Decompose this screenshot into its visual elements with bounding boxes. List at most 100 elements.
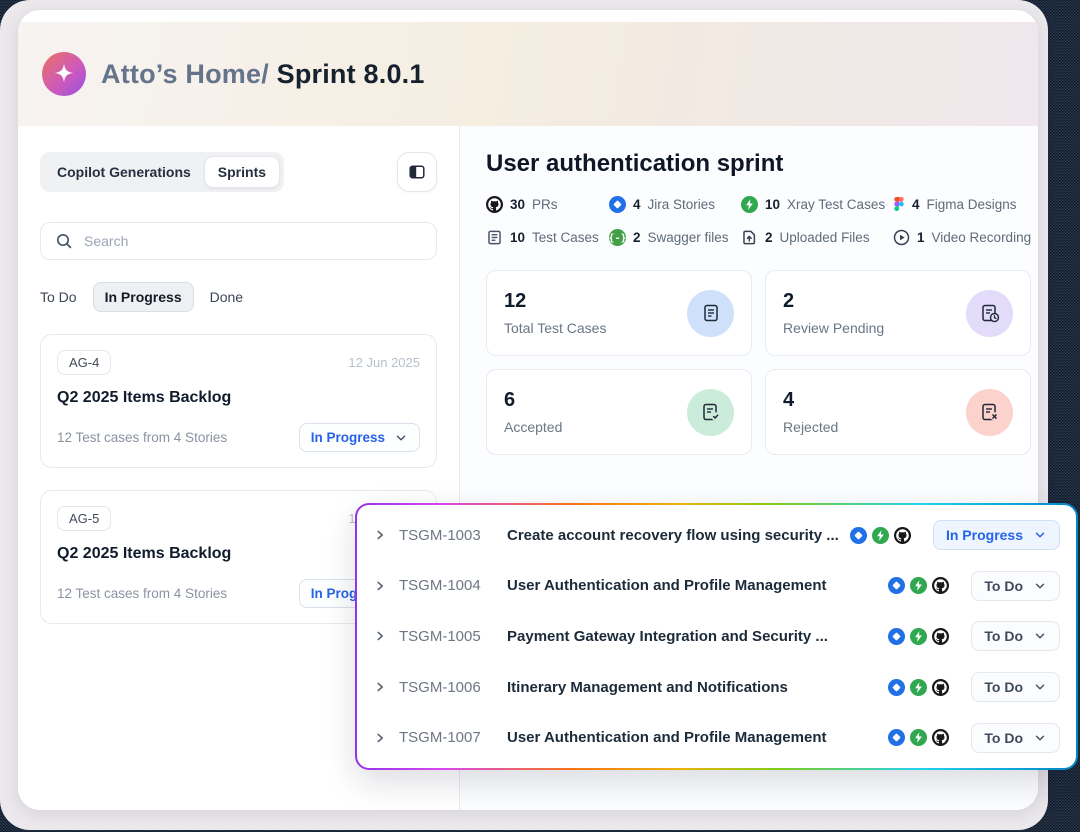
- test-case-row[interactable]: TSGM-1004 User Authentication and Profil…: [357, 561, 1076, 612]
- row-status-dropdown[interactable]: To Do: [971, 621, 1060, 651]
- search-bar[interactable]: [40, 222, 437, 260]
- source-icons: [888, 577, 949, 594]
- github-icon: [932, 577, 949, 594]
- stat-label: Uploaded Files: [780, 230, 870, 245]
- expand-chevron-icon[interactable]: [373, 579, 387, 593]
- app-header: Atto’s Home/ Sprint 8.0.1: [18, 22, 1038, 126]
- source-icons: [888, 628, 949, 645]
- stat-jira-stories: 4 Jira Stories: [609, 196, 741, 213]
- expand-chevron-icon[interactable]: [373, 680, 387, 694]
- summary-card-review-pending: 2 Review Pending: [765, 270, 1031, 356]
- document-icon: [687, 290, 734, 337]
- test-case-row[interactable]: TSGM-1005 Payment Gateway Integration an…: [357, 611, 1076, 662]
- stat-uploaded-files: 2 Uploaded Files: [741, 229, 893, 246]
- summary-label: Accepted: [504, 419, 562, 435]
- tab-copilot-generations[interactable]: Copilot Generations: [44, 157, 204, 187]
- stat-prs: 30 PRs: [486, 196, 609, 213]
- summary-value: 4: [783, 389, 838, 412]
- github-icon: [932, 679, 949, 696]
- stat-label: Video Recording: [932, 230, 1032, 245]
- stat-label: PRs: [532, 197, 558, 212]
- card-id-badge: AG-4: [57, 350, 111, 375]
- atto-logo: [42, 52, 86, 96]
- test-case-id: TSGM-1005: [399, 628, 495, 645]
- search-input[interactable]: [84, 233, 422, 249]
- source-icons: [888, 729, 949, 746]
- github-icon: [932, 628, 949, 645]
- stat-count: 30: [510, 197, 525, 212]
- card-status-dropdown[interactable]: In Progress: [299, 423, 420, 452]
- test-case-id: TSGM-1003: [399, 527, 495, 544]
- row-status-label: In Progress: [946, 527, 1023, 543]
- row-status-dropdown[interactable]: To Do: [971, 672, 1060, 702]
- row-status-dropdown[interactable]: To Do: [971, 571, 1060, 601]
- stat-test-cases: 10 Test Cases: [486, 229, 609, 246]
- expand-chevron-icon[interactable]: [373, 629, 387, 643]
- document-clock-icon: [966, 290, 1013, 337]
- figma-icon: [893, 196, 905, 213]
- xray-icon: [910, 729, 927, 746]
- row-status-dropdown[interactable]: In Progress: [933, 520, 1060, 550]
- summary-value: 6: [504, 389, 562, 412]
- jira-icon: [888, 628, 905, 645]
- search-icon: [55, 232, 73, 250]
- card-title: Q2 2025 Items Backlog: [57, 389, 420, 407]
- jira-icon: [888, 577, 905, 594]
- test-case-id: TSGM-1006: [399, 679, 495, 696]
- xray-icon: [910, 679, 927, 696]
- filter-done[interactable]: Done: [210, 289, 243, 305]
- stat-count: 4: [912, 197, 920, 212]
- row-status-dropdown[interactable]: To Do: [971, 723, 1060, 753]
- summary-card-accepted: 6 Accepted: [486, 369, 752, 455]
- filter-todo[interactable]: To Do: [40, 289, 77, 305]
- expand-chevron-icon[interactable]: [373, 731, 387, 745]
- test-case-row[interactable]: TSGM-1007 User Authentication and Profil…: [357, 712, 1076, 763]
- sprint-card-ag4[interactable]: AG-4 12 Jun 2025 Q2 2025 Items Backlog 1…: [40, 334, 437, 468]
- test-case-row[interactable]: TSGM-1003 Create account recovery flow u…: [357, 510, 1076, 561]
- filter-in-progress[interactable]: In Progress: [93, 282, 194, 312]
- test-case-id: TSGM-1004: [399, 577, 495, 594]
- row-status-label: To Do: [984, 730, 1023, 746]
- swagger-icon: {-}: [609, 229, 626, 246]
- source-icons: [850, 527, 911, 544]
- summary-label: Review Pending: [783, 320, 884, 336]
- card-id-badge: AG-5: [57, 506, 111, 531]
- test-case-row[interactable]: TSGM-1006 Itinerary Management and Notif…: [357, 662, 1076, 713]
- stat-figma-designs: 4 Figma Designs: [893, 196, 1031, 213]
- video-icon: [893, 229, 910, 246]
- sprint-stats: 30 PRs 4 Jira Stories 10 Xray Test Cases: [486, 196, 1031, 246]
- stat-count: 1: [917, 230, 925, 245]
- summary-card-rejected: 4 Rejected: [765, 369, 1031, 455]
- summary-value: 2: [783, 290, 884, 313]
- card-date: 12 Jun 2025: [348, 355, 420, 370]
- chevron-down-icon: [1033, 680, 1047, 694]
- test-case-title: Itinerary Management and Notifications: [507, 679, 876, 696]
- xray-icon: [910, 577, 927, 594]
- chevron-down-icon: [394, 431, 408, 445]
- expand-chevron-icon[interactable]: [373, 528, 387, 542]
- breadcrumb: Atto’s Home/: [101, 59, 269, 89]
- test-case-title: User Authentication and Profile Manageme…: [507, 729, 876, 746]
- xray-icon: [872, 527, 889, 544]
- stat-label: Jira Stories: [648, 197, 716, 212]
- sprint-name: Sprint 8.0.1: [277, 59, 425, 89]
- github-icon: [894, 527, 911, 544]
- upload-file-icon: [741, 229, 758, 246]
- test-cases-icon: [486, 229, 503, 246]
- chevron-down-icon: [1033, 629, 1047, 643]
- summary-cards: 12 Total Test Cases 2 Review Pending: [486, 270, 1031, 455]
- stat-swagger-files: {-} 2 Swagger files: [609, 229, 741, 246]
- stat-count: 4: [633, 197, 641, 212]
- xray-icon: [741, 196, 758, 213]
- chevron-down-icon: [1033, 528, 1047, 542]
- stat-count: 10: [765, 197, 780, 212]
- stat-label: Figma Designs: [927, 197, 1017, 212]
- test-case-id: TSGM-1007: [399, 729, 495, 746]
- stat-label: Test Cases: [532, 230, 599, 245]
- tab-sprints[interactable]: Sprints: [204, 156, 280, 188]
- sparkle-icon: [51, 61, 77, 87]
- github-icon: [486, 196, 503, 213]
- jira-icon: [850, 527, 867, 544]
- test-case-title: User Authentication and Profile Manageme…: [507, 577, 876, 594]
- collapse-panel-button[interactable]: [397, 152, 437, 192]
